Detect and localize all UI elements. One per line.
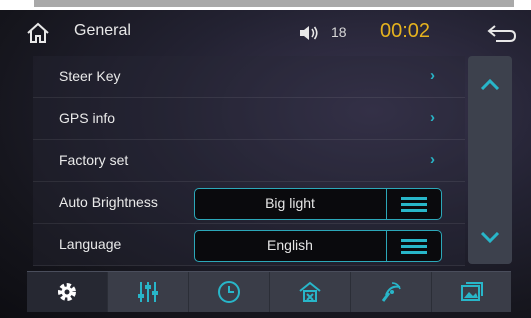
chevron-right-icon: › (430, 109, 435, 126)
navigation-icon (299, 281, 321, 302)
brightness-select[interactable]: Big light (194, 188, 442, 220)
settings-screen: General 18 00:02 Steer Key › GPS info › … (0, 0, 531, 318)
scroll-up-icon[interactable] (480, 78, 500, 90)
volume-level: 18 (331, 24, 347, 40)
select-divider (386, 231, 387, 261)
menu-icon[interactable] (401, 239, 427, 255)
row-factory-set[interactable]: Factory set › (33, 140, 465, 182)
clock: 00:02 (380, 20, 431, 42)
dock-general[interactable] (27, 272, 108, 312)
scrollbar[interactable] (468, 56, 512, 264)
brightness-value: Big light (265, 195, 315, 211)
row-label: Auto Brightness (59, 194, 158, 210)
language-select[interactable]: English (194, 230, 442, 262)
language-value: English (267, 237, 313, 253)
row-auto-brightness: Auto Brightness Big light (33, 182, 465, 224)
dock-antenna[interactable] (351, 272, 432, 312)
row-label: GPS info (59, 110, 116, 126)
gear-icon (58, 283, 76, 301)
gallery-icon (460, 282, 483, 301)
row-label: Language (59, 236, 122, 252)
header-bar: General 18 00:02 (0, 10, 531, 52)
equalizer-icon (138, 282, 158, 302)
scroll-down-icon[interactable] (480, 232, 500, 244)
chevron-right-icon: › (430, 151, 435, 168)
bottom-dock (27, 271, 511, 312)
row-gps-info[interactable]: GPS info › (33, 98, 465, 140)
dock-equalizer[interactable] (108, 272, 189, 312)
dock-navigation[interactable] (270, 272, 351, 312)
page-title: General (74, 22, 131, 39)
row-label: Factory set (59, 152, 129, 168)
volume-icon (300, 26, 318, 40)
row-label: Steer Key (59, 68, 121, 84)
row-steer-key[interactable]: Steer Key › (33, 56, 465, 98)
row-language: Language English (33, 224, 465, 266)
antenna-icon (381, 282, 401, 302)
select-divider (386, 189, 387, 219)
menu-icon[interactable] (401, 197, 427, 213)
chevron-right-icon: › (430, 67, 435, 84)
status-bar (34, 0, 514, 7)
top-strip (0, 0, 531, 10)
settings-list: Steer Key › GPS info › Factory set › Aut… (33, 56, 465, 266)
home-icon[interactable] (26, 22, 50, 44)
clock-icon (218, 281, 240, 303)
dock-gallery[interactable] (432, 272, 511, 312)
back-icon[interactable] (486, 22, 518, 44)
dock-clock[interactable] (189, 272, 270, 312)
